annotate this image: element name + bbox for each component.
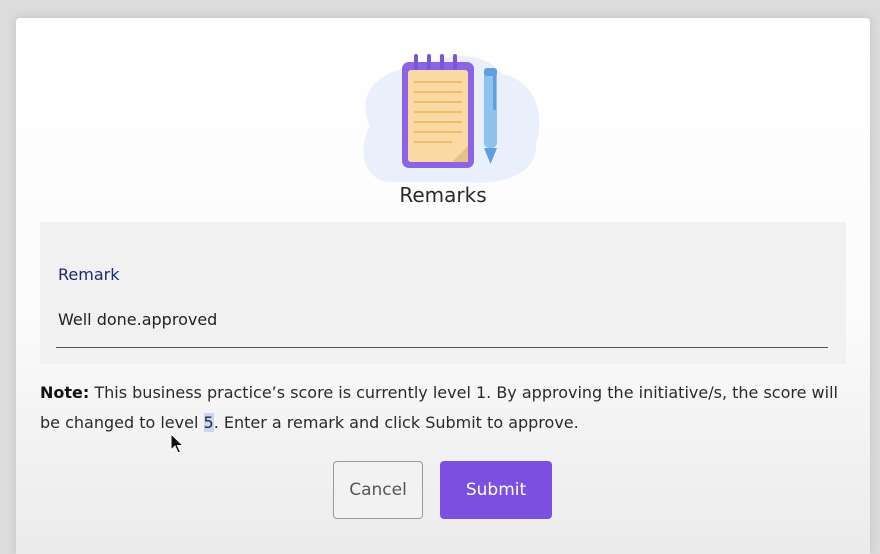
remark-label: Remark [58, 265, 120, 284]
mouse-cursor-icon [170, 433, 184, 454]
remark-input[interactable]: Well done.approved [58, 310, 217, 329]
highlighted-level: 5 [203, 413, 214, 432]
note-text: Note: This business practice’s score is … [40, 378, 840, 438]
dialog-title: Remarks [399, 183, 487, 207]
remark-field[interactable]: Remark Well done.approved [40, 222, 846, 364]
remarks-dialog: Remarks Remark Well done.approved Note: … [16, 18, 870, 554]
cancel-button[interactable]: Cancel [333, 461, 423, 519]
note-prefix: Note: [40, 383, 90, 402]
notepad-with-pen-icon [363, 54, 540, 183]
remark-underline [56, 347, 828, 348]
submit-button[interactable]: Submit [440, 461, 552, 519]
note-body-end: . Enter a remark and click Submit to app… [213, 413, 579, 432]
